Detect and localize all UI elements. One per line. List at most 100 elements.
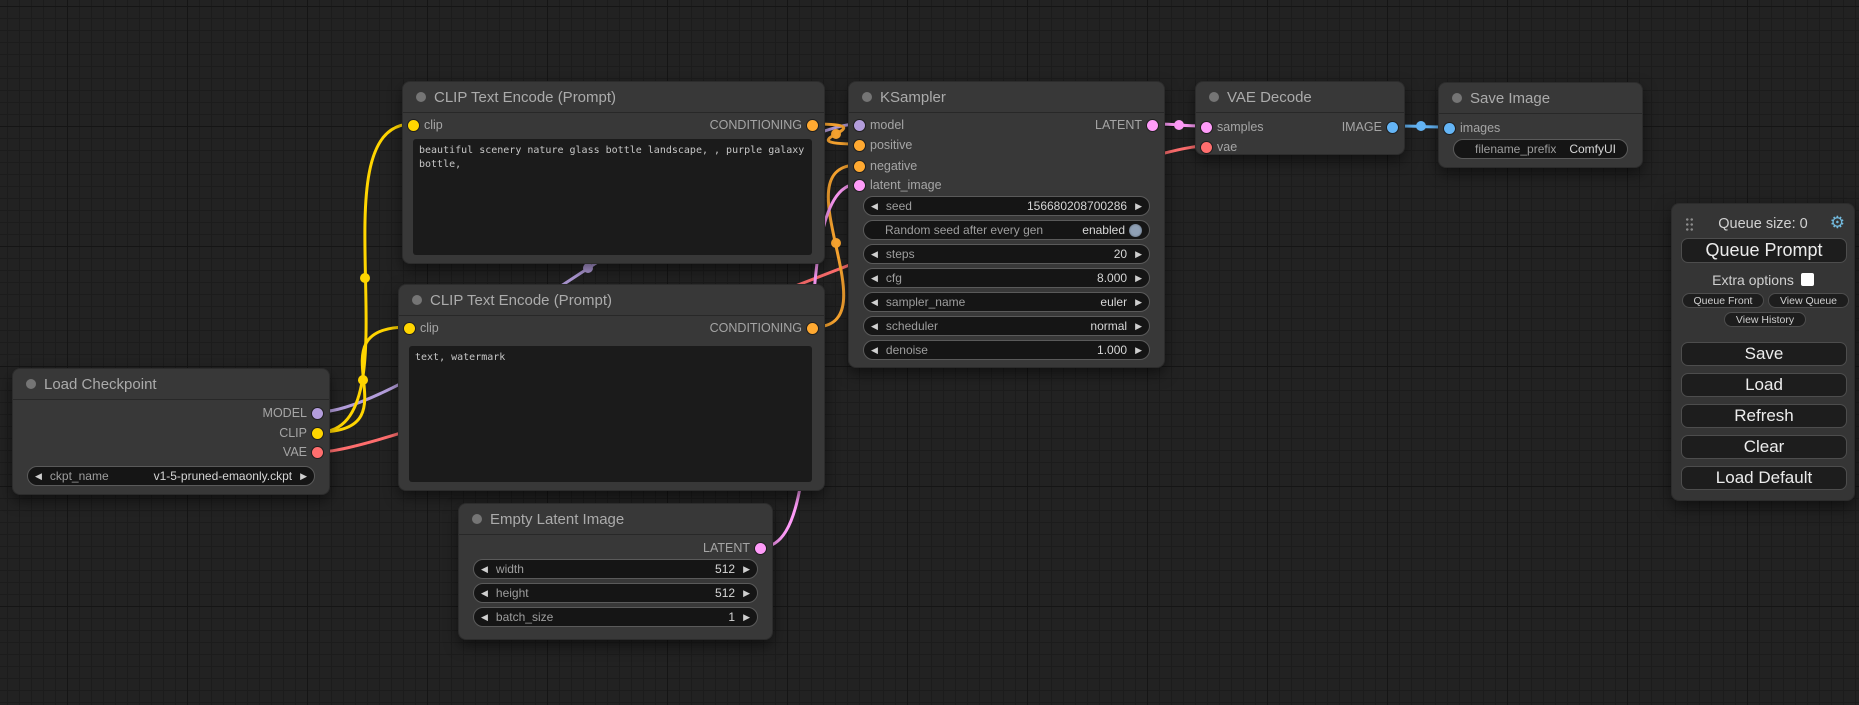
output-vae[interactable]: VAE [283, 442, 329, 462]
widget-seed[interactable]: ◀ seed 156680208700286 ▶ [863, 196, 1150, 216]
decrement-arrow-icon[interactable]: ◀ [871, 274, 878, 283]
conditioning-socket-dot[interactable] [854, 161, 865, 172]
input-negative[interactable]: negative [849, 156, 917, 176]
node-graph-canvas[interactable]: Load Checkpoint MODEL CLIP VAE ◀ ckpt_na… [0, 0, 1859, 705]
widget-random-seed-toggle[interactable]: Random seed after every gen enabled [863, 220, 1150, 240]
latent-socket-dot[interactable] [854, 180, 865, 191]
increment-arrow-icon[interactable]: ▶ [1135, 322, 1142, 331]
input-images[interactable]: images [1439, 118, 1500, 138]
drag-handle-icon[interactable] [1685, 217, 1694, 231]
node-load-checkpoint[interactable]: Load Checkpoint MODEL CLIP VAE ◀ ckpt_na… [12, 368, 330, 495]
load-button[interactable]: Load [1681, 373, 1847, 397]
node-title-bar[interactable]: Save Image [1439, 83, 1642, 114]
input-clip[interactable]: clip [403, 115, 443, 135]
increment-arrow-icon[interactable]: ▶ [300, 472, 307, 481]
queue-menu-panel[interactable]: Queue size: 0 ⚙ Queue Prompt Extra optio… [1671, 203, 1855, 501]
increment-arrow-icon[interactable]: ▶ [1135, 346, 1142, 355]
increment-arrow-icon[interactable]: ▶ [1135, 202, 1142, 211]
node-title-bar[interactable]: VAE Decode [1196, 82, 1404, 113]
collapse-dot-icon[interactable] [472, 514, 482, 524]
node-clip-text-encode-negative[interactable]: CLIP Text Encode (Prompt) clip CONDITION… [398, 284, 825, 491]
input-positive[interactable]: positive [849, 135, 912, 155]
conditioning-socket-dot[interactable] [854, 140, 865, 151]
collapse-dot-icon[interactable] [862, 92, 872, 102]
clear-button[interactable]: Clear [1681, 435, 1847, 459]
widget-height[interactable]: ◀ height 512 ▶ [473, 583, 758, 603]
decrement-arrow-icon[interactable]: ◀ [871, 298, 878, 307]
input-latent-image[interactable]: latent_image [849, 175, 942, 195]
model-socket-dot[interactable] [312, 408, 323, 419]
node-ksampler[interactable]: KSampler model positive negative latent_… [848, 81, 1165, 368]
input-model[interactable]: model [849, 115, 904, 135]
clip-socket-dot[interactable] [312, 428, 323, 439]
increment-arrow-icon[interactable]: ▶ [743, 613, 750, 622]
output-conditioning[interactable]: CONDITIONING [710, 115, 824, 135]
decrement-arrow-icon[interactable]: ◀ [35, 472, 42, 481]
refresh-button[interactable]: Refresh [1681, 404, 1847, 428]
output-latent[interactable]: LATENT [703, 538, 772, 558]
widget-filename-prefix[interactable]: filename_prefix ComfyUI [1453, 139, 1628, 159]
node-title-bar[interactable]: Empty Latent Image [459, 504, 772, 535]
widget-width[interactable]: ◀ width 512 ▶ [473, 559, 758, 579]
decrement-arrow-icon[interactable]: ◀ [481, 565, 488, 574]
latent-socket-dot[interactable] [1147, 120, 1158, 131]
output-image[interactable]: IMAGE [1342, 117, 1404, 137]
node-title-bar[interactable]: CLIP Text Encode (Prompt) [399, 285, 824, 316]
collapse-dot-icon[interactable] [1452, 93, 1462, 103]
decrement-arrow-icon[interactable]: ◀ [871, 202, 878, 211]
widget-batch-size[interactable]: ◀ batch_size 1 ▶ [473, 607, 758, 627]
increment-arrow-icon[interactable]: ▶ [1135, 298, 1142, 307]
output-conditioning[interactable]: CONDITIONING [710, 318, 824, 338]
widget-cfg[interactable]: ◀ cfg 8.000 ▶ [863, 268, 1150, 288]
increment-arrow-icon[interactable]: ▶ [743, 565, 750, 574]
extra-options-checkbox[interactable] [1801, 273, 1814, 286]
load-default-button[interactable]: Load Default [1681, 466, 1847, 490]
image-socket-dot[interactable] [1387, 122, 1398, 133]
latent-socket-dot[interactable] [755, 543, 766, 554]
node-clip-text-encode-positive[interactable]: CLIP Text Encode (Prompt) clip CONDITION… [402, 81, 825, 264]
positive-prompt-textarea[interactable]: beautiful scenery nature glass bottle la… [413, 139, 812, 255]
widget-scheduler[interactable]: ◀ scheduler normal ▶ [863, 316, 1150, 336]
decrement-arrow-icon[interactable]: ◀ [871, 250, 878, 259]
widget-steps[interactable]: ◀ steps 20 ▶ [863, 244, 1150, 264]
node-title-bar[interactable]: CLIP Text Encode (Prompt) [403, 82, 824, 113]
widget-denoise[interactable]: ◀ denoise 1.000 ▶ [863, 340, 1150, 360]
save-button[interactable]: Save [1681, 342, 1847, 366]
collapse-dot-icon[interactable] [416, 92, 426, 102]
widget-sampler-name[interactable]: ◀ sampler_name euler ▶ [863, 292, 1150, 312]
output-latent[interactable]: LATENT [1095, 115, 1164, 135]
model-socket-dot[interactable] [854, 120, 865, 131]
increment-arrow-icon[interactable]: ▶ [1135, 274, 1142, 283]
input-vae[interactable]: vae [1196, 137, 1237, 157]
decrement-arrow-icon[interactable]: ◀ [481, 613, 488, 622]
vae-socket-dot[interactable] [312, 447, 323, 458]
image-socket-dot[interactable] [1444, 123, 1455, 134]
decrement-arrow-icon[interactable]: ◀ [871, 322, 878, 331]
collapse-dot-icon[interactable] [26, 379, 36, 389]
node-vae-decode[interactable]: VAE Decode samples vae IMAGE [1195, 81, 1405, 155]
conditioning-socket-dot[interactable] [807, 323, 818, 334]
clip-socket-dot[interactable] [408, 120, 419, 131]
node-empty-latent-image[interactable]: Empty Latent Image LATENT ◀ width 512 ▶ … [458, 503, 773, 640]
increment-arrow-icon[interactable]: ▶ [1135, 250, 1142, 259]
view-queue-button[interactable]: View Queue [1768, 293, 1849, 308]
output-clip[interactable]: CLIP [279, 423, 329, 443]
input-samples[interactable]: samples [1196, 117, 1264, 137]
input-clip[interactable]: clip [399, 318, 439, 338]
toggle-knob[interactable] [1129, 224, 1142, 237]
queue-prompt-button[interactable]: Queue Prompt [1681, 238, 1847, 263]
view-history-button[interactable]: View History [1724, 312, 1806, 327]
output-model[interactable]: MODEL [263, 403, 329, 423]
vae-socket-dot[interactable] [1201, 142, 1212, 153]
node-title-bar[interactable]: Load Checkpoint [13, 369, 329, 400]
conditioning-socket-dot[interactable] [807, 120, 818, 131]
latent-socket-dot[interactable] [1201, 122, 1212, 133]
increment-arrow-icon[interactable]: ▶ [743, 589, 750, 598]
decrement-arrow-icon[interactable]: ◀ [871, 346, 878, 355]
decrement-arrow-icon[interactable]: ◀ [481, 589, 488, 598]
node-title-bar[interactable]: KSampler [849, 82, 1164, 113]
node-save-image[interactable]: Save Image images filename_prefix ComfyU… [1438, 82, 1643, 168]
queue-front-button[interactable]: Queue Front [1682, 293, 1764, 308]
collapse-dot-icon[interactable] [412, 295, 422, 305]
clip-socket-dot[interactable] [404, 323, 415, 334]
